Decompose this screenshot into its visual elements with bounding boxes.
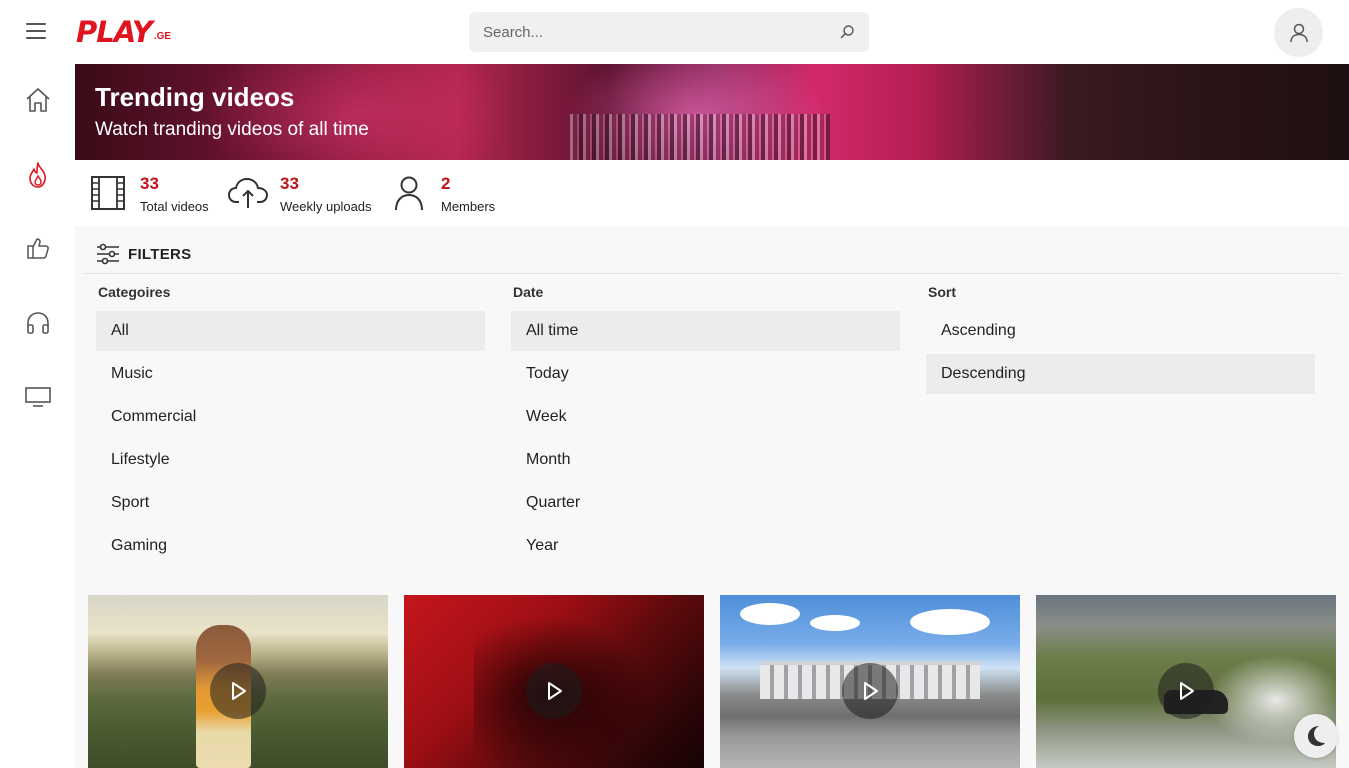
user-icon — [1289, 23, 1308, 42]
sidebar — [0, 64, 75, 768]
play-button[interactable] — [1158, 663, 1214, 719]
fire-icon — [29, 162, 46, 188]
user-icon — [395, 176, 423, 211]
stats-bar: 33 Total videos 33 Weekly uploads 2 Memb… — [75, 160, 1349, 226]
filter-column-title: Sort — [928, 284, 956, 300]
monitor-icon — [25, 387, 51, 407]
top-bar: PLAY .GE — [0, 0, 1349, 64]
video-card[interactable] — [88, 595, 388, 768]
moon-icon — [1308, 726, 1325, 746]
headphones-icon — [27, 312, 49, 334]
filter-option-lifestyle[interactable]: Lifestyle — [96, 440, 485, 480]
main-content: Trending videos Watch tranding videos of… — [75, 64, 1349, 768]
play-button[interactable] — [842, 663, 898, 719]
home-icon — [26, 88, 50, 112]
filter-option-descending[interactable]: Descending — [926, 354, 1315, 394]
filter-column-title: Date — [513, 284, 544, 300]
play-icon — [864, 682, 878, 700]
stat-label: Total videos — [140, 199, 209, 214]
film-icon — [91, 176, 125, 210]
hero-banner: Trending videos Watch tranding videos of… — [75, 64, 1349, 160]
search-icon[interactable] — [839, 24, 855, 40]
account-button[interactable] — [1274, 8, 1323, 57]
stat-value: 2 — [441, 174, 451, 193]
hamburger-icon[interactable] — [24, 20, 48, 44]
play-button[interactable] — [210, 663, 266, 719]
logo-suffix: .GE — [153, 31, 172, 42]
sidebar-item-tv[interactable] — [22, 381, 54, 413]
stat-label: Weekly uploads — [280, 199, 372, 214]
stat-label: Members — [441, 199, 496, 214]
video-card[interactable] — [720, 595, 1020, 768]
filter-option-commercial[interactable]: Commercial — [96, 397, 485, 437]
filter-option-month[interactable]: Month — [511, 440, 900, 480]
filter-option-music[interactable]: Music — [96, 354, 485, 394]
stat-members: 2 Members — [388, 160, 518, 226]
sliders-icon — [97, 243, 119, 265]
search-input[interactable] — [469, 12, 829, 52]
filter-option-year[interactable]: Year — [511, 526, 900, 566]
play-icon — [1180, 682, 1194, 700]
search-bar — [469, 12, 869, 52]
stat-value: 33 — [140, 174, 159, 193]
video-card[interactable] — [404, 595, 704, 768]
video-grid — [88, 595, 1348, 768]
thumbs-up-icon — [27, 238, 49, 259]
filter-option-gaming[interactable]: Gaming — [96, 526, 485, 566]
filters-title: FILTERS — [128, 246, 192, 263]
video-card[interactable] — [1036, 595, 1336, 768]
filter-option-ascending[interactable]: Ascending — [926, 311, 1315, 351]
theme-toggle-button[interactable] — [1294, 714, 1338, 758]
logo-text: PLAY — [76, 15, 153, 49]
filter-option-quarter[interactable]: Quarter — [511, 483, 900, 523]
filter-option-week[interactable]: Week — [511, 397, 900, 437]
cloud-upload-icon — [227, 177, 269, 208]
stat-weekly-uploads: 33 Weekly uploads — [227, 160, 387, 226]
sidebar-item-home[interactable] — [22, 84, 54, 116]
logo[interactable]: PLAY .GE — [76, 14, 171, 50]
filter-column-title: Categoires — [98, 284, 171, 300]
sidebar-item-liked[interactable] — [22, 232, 54, 264]
stat-total-videos: 33 Total videos — [89, 160, 219, 226]
filter-option-all-time[interactable]: All time — [511, 311, 900, 351]
sidebar-item-trending[interactable] — [22, 159, 54, 191]
filter-option-sport[interactable]: Sport — [96, 483, 485, 523]
play-button[interactable] — [526, 663, 582, 719]
banner-subtitle: Watch tranding videos of all time — [95, 119, 369, 140]
sidebar-item-music[interactable] — [22, 307, 54, 339]
stat-value: 33 — [280, 174, 299, 193]
filters-header[interactable]: FILTERS — [83, 226, 1341, 274]
play-icon — [548, 682, 562, 700]
banner-title: Trending videos — [95, 82, 295, 112]
filter-option-today[interactable]: Today — [511, 354, 900, 394]
play-icon — [232, 682, 246, 700]
filter-option-all[interactable]: All — [96, 311, 485, 351]
